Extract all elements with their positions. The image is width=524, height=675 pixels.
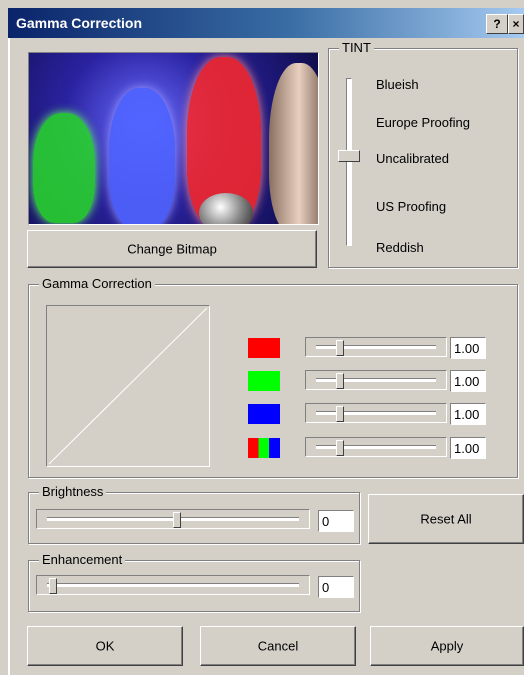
title-bar: Gamma Correction ? × bbox=[8, 8, 524, 38]
ok-button[interactable]: OK bbox=[27, 626, 183, 666]
gamma-curve-preview bbox=[46, 305, 210, 467]
gamma-curve-line bbox=[48, 307, 208, 465]
crystal-ball bbox=[199, 193, 253, 224]
preview-bitmap bbox=[28, 52, 319, 225]
red-gamma-slider[interactable] bbox=[305, 337, 447, 357]
all-gamma-thumb[interactable] bbox=[336, 440, 344, 456]
enhancement-thumb[interactable] bbox=[49, 578, 57, 594]
help-button[interactable]: ? bbox=[486, 14, 508, 34]
close-icon: × bbox=[512, 17, 520, 31]
enhancement-value[interactable]: 0 bbox=[318, 576, 354, 598]
red-gamma-thumb[interactable] bbox=[336, 340, 344, 356]
blue-gamma-slider[interactable] bbox=[305, 403, 447, 423]
green-gamma-slider[interactable] bbox=[305, 370, 447, 390]
tint-slider-track[interactable] bbox=[346, 78, 352, 246]
tint-slider-thumb[interactable] bbox=[338, 150, 360, 162]
enhancement-slider[interactable] bbox=[36, 575, 310, 595]
change-bitmap-button[interactable]: Change Bitmap bbox=[27, 230, 317, 268]
green-channel-swatch bbox=[248, 371, 280, 391]
blue-channel-swatch bbox=[248, 404, 280, 424]
green-figure bbox=[33, 113, 95, 223]
green-gamma-thumb[interactable] bbox=[336, 373, 344, 389]
brightness-value[interactable]: 0 bbox=[318, 510, 354, 532]
tint-option-reddish: Reddish bbox=[376, 240, 424, 255]
reset-all-button[interactable]: Reset All bbox=[368, 494, 524, 544]
cancel-button[interactable]: Cancel bbox=[200, 626, 356, 666]
help-icon: ? bbox=[493, 17, 501, 31]
red-gamma-value[interactable]: 1.00 bbox=[450, 337, 486, 359]
all-gamma-value[interactable]: 1.00 bbox=[450, 437, 486, 459]
window-title: Gamma Correction bbox=[16, 15, 143, 31]
close-button[interactable]: × bbox=[508, 14, 524, 34]
all-gamma-slider[interactable] bbox=[305, 437, 447, 457]
red-channel-swatch bbox=[248, 338, 280, 358]
tint-option-europe-proofing: Europe Proofing bbox=[376, 115, 470, 130]
apply-button[interactable]: Apply bbox=[370, 626, 524, 666]
green-gamma-value[interactable]: 1.00 bbox=[450, 370, 486, 392]
brightness-group-label: Brightness bbox=[39, 484, 107, 499]
blue-gamma-thumb[interactable] bbox=[336, 406, 344, 422]
blue-figure bbox=[109, 88, 175, 224]
blue-gamma-value[interactable]: 1.00 bbox=[450, 403, 486, 425]
all-channels-swatch bbox=[248, 438, 280, 458]
brightness-slider[interactable] bbox=[36, 509, 310, 529]
tint-group-label: TINT bbox=[339, 40, 374, 55]
tint-option-blueish: Blueish bbox=[376, 77, 419, 92]
enhancement-group-label: Enhancement bbox=[39, 552, 126, 567]
brightness-thumb[interactable] bbox=[173, 512, 181, 528]
gamma-group-label: Gamma Correction bbox=[39, 276, 155, 291]
tint-option-us-proofing: US Proofing bbox=[376, 199, 447, 214]
head-figure bbox=[269, 63, 318, 224]
tint-option-uncalibrated: Uncalibrated bbox=[376, 151, 449, 166]
